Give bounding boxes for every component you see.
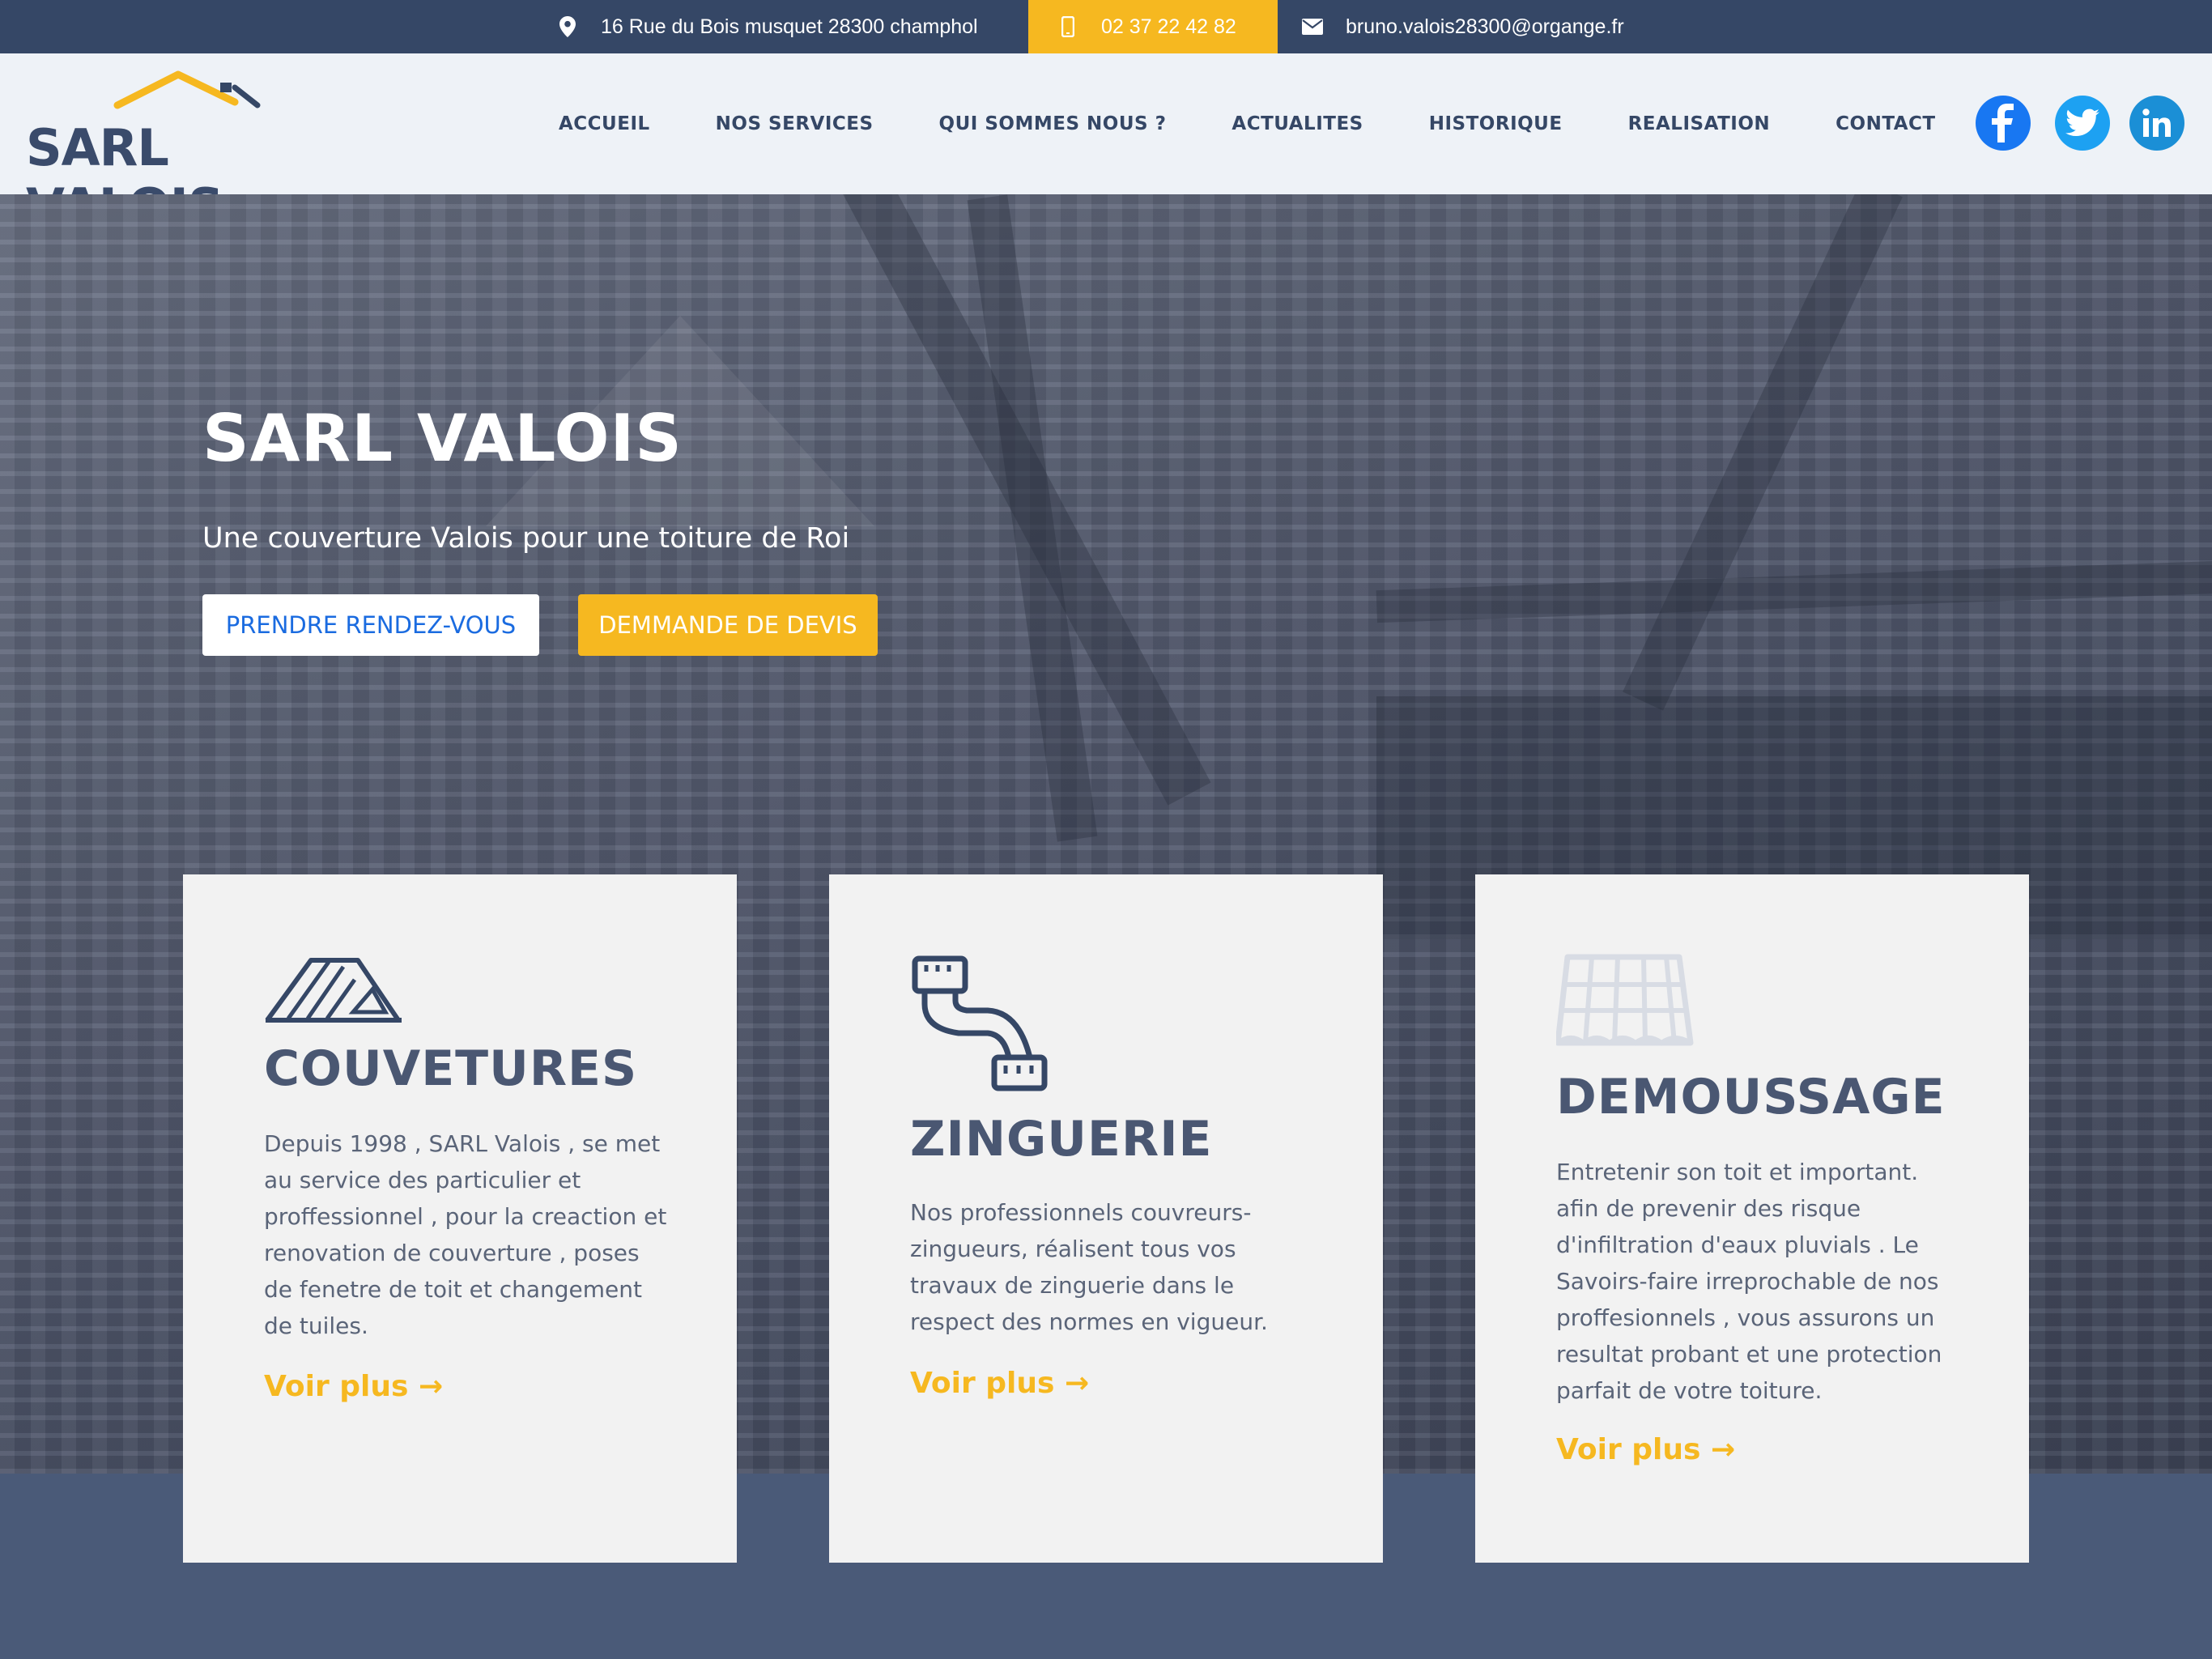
service-card-couvertures: COUVETURES Depuis 1998 , SARL Valois , s… xyxy=(183,874,737,1563)
read-more-link[interactable]: Voir plus → xyxy=(1556,1433,1735,1466)
main-nav: ACCUEIL NOS SERVICES QUI SOMMES NOUS ? A… xyxy=(559,53,2001,194)
appointment-button[interactable]: PRENDRE RENDEZ-VOUS xyxy=(202,594,539,656)
site-logo[interactable]: SARL VALOIS xyxy=(24,62,364,236)
site-header: SARL VALOIS ACCUEIL NOS SERVICES QUI SOM… xyxy=(0,53,2212,236)
tiles-icon xyxy=(1556,954,1694,1046)
card-title: DEMOUSSAGE xyxy=(1556,1069,1946,1125)
phone-item[interactable]: 02 37 22 42 82 xyxy=(1028,0,1278,53)
phone-text[interactable]: 02 37 22 42 82 xyxy=(1101,15,1236,39)
linkedin-icon[interactable] xyxy=(2129,96,2184,151)
card-title: COUVETURES xyxy=(264,1040,638,1097)
card-text: Entretenir son toit et important. afin d… xyxy=(1556,1159,1942,1404)
hero-tagline: Une couverture Valois pour une toiture d… xyxy=(202,522,850,555)
address-text: 16 Rue du Bois musquet 28300 champhol xyxy=(601,15,978,38)
card-text: Nos professionnels couvreurs-zingueurs, … xyxy=(910,1199,1268,1335)
nav-historique[interactable]: HISTORIQUE xyxy=(1429,113,1563,134)
email-item[interactable]: bruno.valois28300@organge.fr xyxy=(1302,0,1624,53)
nav-realisation[interactable]: REALISATION xyxy=(1628,113,1771,134)
nav-actualites[interactable]: ACTUALITES xyxy=(1231,113,1363,134)
email-text[interactable]: bruno.valois28300@organge.fr xyxy=(1346,15,1624,39)
roof-logo-icon xyxy=(113,70,261,109)
address-item: 16 Rue du Bois musquet 28300 champhol xyxy=(557,0,978,53)
facebook-icon[interactable] xyxy=(1976,96,2031,151)
envelope-icon xyxy=(1302,16,1323,37)
service-card-demoussage: DEMOUSSAGE Entretenir son toit et import… xyxy=(1475,874,2029,1563)
read-more-link[interactable]: Voir plus → xyxy=(264,1370,443,1403)
twitter-icon[interactable] xyxy=(2055,96,2110,151)
nav-nos-services[interactable]: NOS SERVICES xyxy=(716,113,874,134)
card-text: Depuis 1998 , SARL Valois , se met au se… xyxy=(264,1130,667,1339)
nav-contact[interactable]: CONTACT xyxy=(1836,113,1935,134)
mobile-phone-icon xyxy=(1057,16,1078,37)
quote-request-button[interactable]: DEMMANDE DE DEVIS xyxy=(578,594,878,656)
pipe-icon xyxy=(912,955,1048,1091)
roof-icon xyxy=(265,958,402,1023)
map-pin-icon xyxy=(557,16,578,37)
hero-title: SARL VALOIS xyxy=(202,401,683,476)
top-contact-bar: 16 Rue du Bois musquet 28300 champhol 02… xyxy=(0,0,2212,53)
service-card-zinguerie: ZINGUERIE Nos professionnels couvreurs-z… xyxy=(829,874,1383,1563)
card-title: ZINGUERIE xyxy=(910,1111,1213,1168)
nav-qui-sommes-nous[interactable]: QUI SOMMES NOUS ? xyxy=(939,113,1167,134)
read-more-link[interactable]: Voir plus → xyxy=(910,1367,1089,1400)
nav-accueil[interactable]: ACCUEIL xyxy=(559,113,650,134)
